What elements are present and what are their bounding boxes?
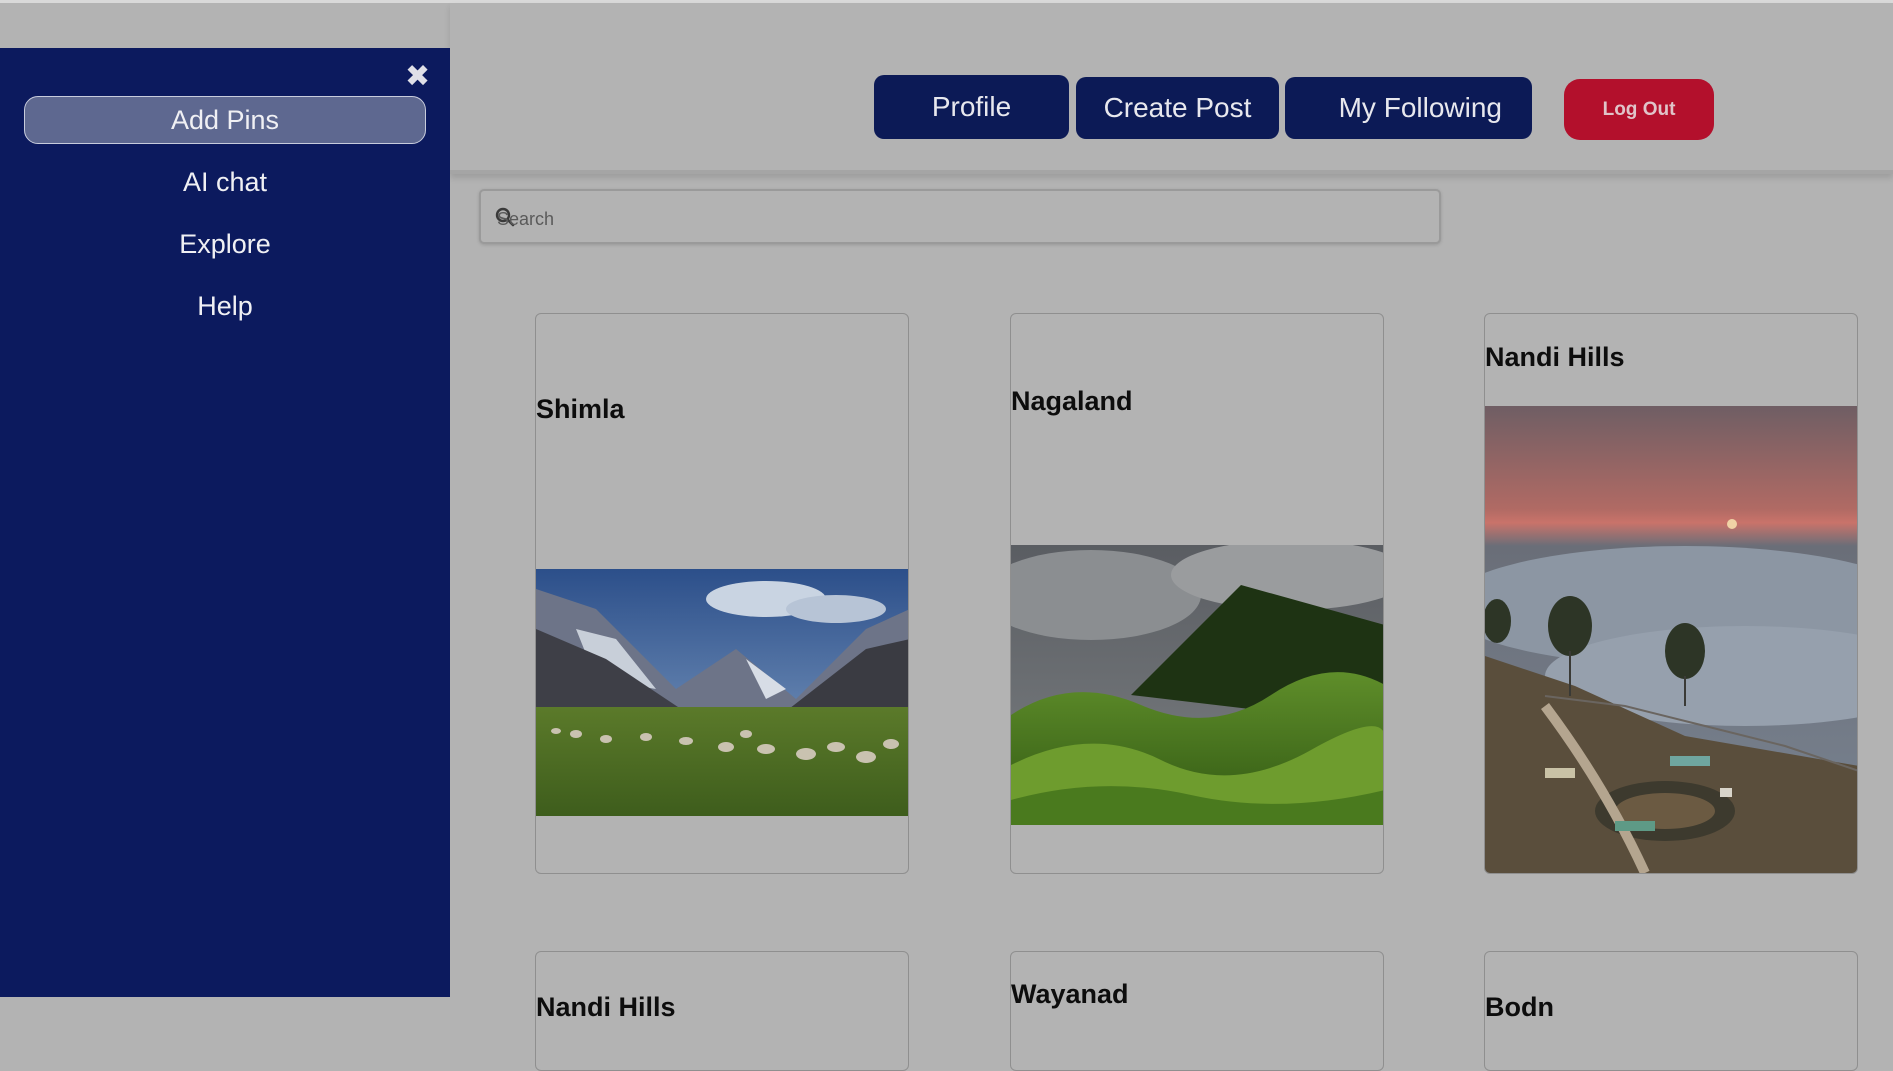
search-bar bbox=[479, 189, 1441, 244]
card-title: Nandi Hills bbox=[1485, 342, 1625, 372]
card-image bbox=[1485, 406, 1857, 873]
close-icon[interactable]: ✖ bbox=[405, 62, 430, 92]
sidebar-item-explore[interactable]: Explore bbox=[24, 220, 426, 268]
card-image bbox=[536, 569, 908, 816]
destination-card[interactable]: Wayanad bbox=[1010, 951, 1384, 1071]
create-post-button[interactable]: Create Post bbox=[1076, 77, 1279, 139]
destination-card[interactable]: Nagaland bbox=[1010, 313, 1384, 874]
card-image bbox=[1011, 545, 1383, 825]
profile-button[interactable]: Profile bbox=[874, 75, 1069, 139]
destination-card[interactable]: Nandi Hills bbox=[1484, 313, 1858, 874]
sidebar-item-help[interactable]: Help bbox=[24, 282, 426, 330]
card-title: Nagaland bbox=[1011, 386, 1133, 416]
destination-card[interactable]: Nandi Hills bbox=[535, 951, 909, 1071]
destination-card[interactable]: Bodn bbox=[1484, 951, 1858, 1071]
destination-card[interactable]: Shimla bbox=[535, 313, 909, 874]
search-input[interactable] bbox=[495, 203, 1399, 235]
logout-button[interactable]: Log Out bbox=[1564, 79, 1714, 140]
my-following-button[interactable]: My Following bbox=[1285, 77, 1532, 139]
card-title: Wayanad bbox=[1011, 979, 1129, 1009]
sidebar-item-add-pins[interactable]: Add Pins bbox=[24, 96, 426, 144]
sidebar-item-ai-chat[interactable]: AI chat bbox=[24, 158, 426, 206]
card-title: Shimla bbox=[536, 394, 625, 424]
